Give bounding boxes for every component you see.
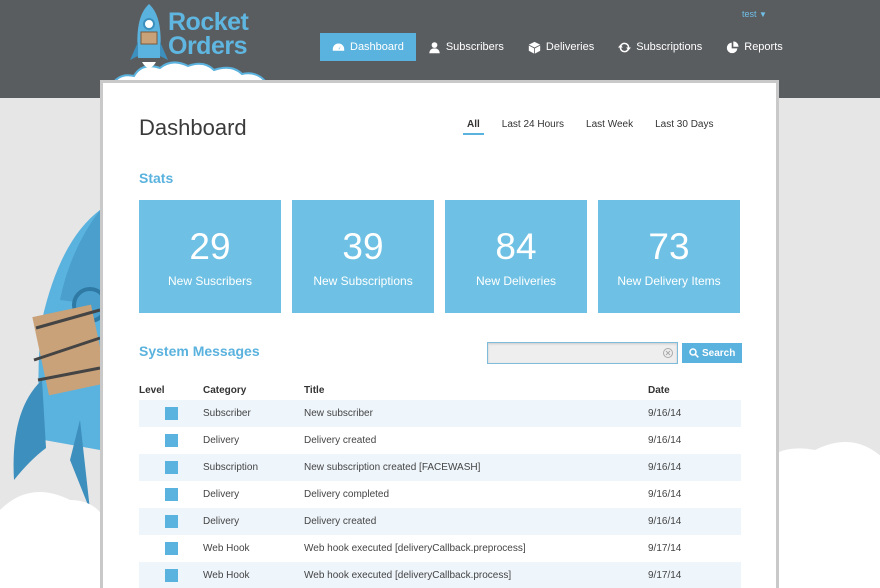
nav-deliveries[interactable]: Deliveries (516, 33, 606, 61)
stat-value: 29 (189, 226, 231, 267)
dashboard-icon (332, 42, 345, 51)
row-title: New subscription created [FACEWASH] (304, 462, 481, 473)
stat-label: New Subscriptions (313, 274, 413, 288)
table-row[interactable]: Web Hook Web hook executed [deliveryCall… (139, 562, 741, 588)
row-date: 9/16/14 (648, 408, 682, 419)
row-category: Delivery (203, 435, 240, 446)
search-button-label: Search (702, 347, 736, 359)
system-messages-heading: System Messages (139, 343, 260, 359)
row-category: Delivery (203, 516, 240, 527)
nav-subscribers[interactable]: Subscribers (416, 33, 516, 61)
main-nav: Dashboard Subscribers Deliveries Subscri… (320, 33, 795, 61)
user-icon (429, 41, 440, 53)
row-title: Delivery created (304, 435, 377, 446)
pie-chart-icon (727, 40, 739, 53)
clear-icon[interactable] (663, 348, 673, 358)
row-category: Web Hook (203, 543, 250, 554)
background-cloud-graphic (0, 492, 110, 588)
stat-value: 39 (342, 226, 384, 267)
filter-all[interactable]: All (463, 119, 484, 135)
nav-reports[interactable]: Reports (714, 33, 795, 61)
stat-value: 73 (648, 226, 690, 267)
nav-subscriptions[interactable]: Subscriptions (606, 33, 714, 61)
stats-heading: Stats (139, 170, 174, 186)
stat-tile-new-subscribers[interactable]: 29 New Suscribers (139, 200, 281, 313)
filter-last-week[interactable]: Last Week (582, 119, 637, 135)
column-header-title[interactable]: Title (304, 380, 648, 400)
row-date: 9/16/14 (648, 462, 682, 473)
row-title: New subscriber (304, 408, 373, 419)
level-indicator (164, 542, 178, 555)
level-indicator (164, 407, 178, 420)
row-category: Subscription (203, 462, 259, 473)
table-row[interactable]: Delivery Delivery created 9/16/14 (139, 508, 741, 535)
table-row[interactable]: Delivery Delivery completed 9/16/14 (139, 481, 741, 508)
row-title: Web hook executed [deliveryCallback.prep… (304, 543, 526, 554)
row-date: 9/16/14 (648, 435, 682, 446)
table-row[interactable]: Delivery Delivery created 9/16/14 (139, 427, 741, 454)
row-category: Subscriber (203, 408, 251, 419)
row-date: 9/16/14 (648, 489, 682, 500)
time-filter-tabs: All Last 24 Hours Last Week Last 30 Days (463, 119, 731, 135)
background-rocket-graphic (13, 210, 108, 510)
logo-rocket-icon (130, 4, 168, 68)
level-indicator (164, 434, 178, 447)
stat-tile-new-subscriptions[interactable]: 39 New Subscriptions (292, 200, 434, 313)
table-row[interactable]: Web Hook Web hook executed [deliveryCall… (139, 535, 741, 562)
logo-line-2: Orders (168, 32, 247, 60)
logo-line-1: Rocket (168, 8, 249, 36)
user-menu[interactable]: test ▼ (742, 9, 767, 19)
table-row[interactable]: Subscription New subscription created [F… (139, 454, 741, 481)
search-icon (689, 348, 699, 358)
stat-tile-new-delivery-items[interactable]: 73 New Delivery Items (598, 200, 740, 313)
refresh-icon (618, 42, 632, 52)
search-field-wrapper (487, 342, 678, 364)
table-header-row: Level Category Title Date (139, 380, 741, 400)
column-header-date[interactable]: Date (648, 380, 741, 400)
stats-tiles: 29 New Suscribers 39 New Subscriptions 8… (139, 200, 740, 313)
row-date: 9/17/14 (648, 543, 682, 554)
nav-dashboard[interactable]: Dashboard (320, 33, 416, 61)
row-title: Web hook executed [deliveryCallback.proc… (304, 570, 512, 581)
stat-label: New Deliveries (475, 274, 557, 288)
row-date: 9/16/14 (648, 516, 682, 527)
row-title: Delivery created (304, 516, 377, 527)
nav-label: Reports (744, 41, 783, 53)
box-icon (528, 41, 541, 54)
stat-label: New Suscribers (167, 274, 253, 288)
column-header-level[interactable]: Level (139, 380, 203, 400)
nav-label: Subscriptions (636, 41, 703, 53)
level-indicator (164, 569, 178, 582)
message-search: Search (487, 342, 743, 364)
column-header-category[interactable]: Category (203, 380, 304, 400)
stat-value: 84 (495, 226, 537, 267)
table-row[interactable]: Subscriber New subscriber 9/16/14 (139, 400, 741, 427)
row-category: Delivery (203, 489, 240, 500)
row-date: 9/17/14 (648, 570, 682, 581)
filter-last-24-hours[interactable]: Last 24 Hours (498, 119, 568, 135)
row-category: Web Hook (203, 570, 250, 581)
system-messages-table: Level Category Title Date Subscriber New… (139, 380, 741, 588)
stat-tile-new-deliveries[interactable]: 84 New Deliveries (445, 200, 587, 313)
level-indicator (164, 488, 178, 501)
filter-last-30-days[interactable]: Last 30 Days (651, 119, 717, 135)
level-indicator (164, 461, 178, 474)
logo-text[interactable]: Rocket Orders (168, 8, 249, 60)
stat-label: New Delivery Items (617, 274, 721, 288)
page-title: Dashboard (139, 115, 247, 140)
caret-down-icon: ▼ (759, 10, 767, 19)
nav-label: Dashboard (350, 41, 404, 53)
nav-label: Deliveries (545, 41, 595, 53)
dashboard-panel: Dashboard All Last 24 Hours Last Week La… (100, 80, 779, 588)
row-title: Delivery completed (304, 489, 390, 500)
user-name: test (742, 9, 757, 19)
level-indicator (164, 515, 178, 528)
nav-label: Subscribers (445, 41, 504, 53)
search-input[interactable] (488, 343, 677, 364)
search-button[interactable]: Search (682, 343, 743, 363)
